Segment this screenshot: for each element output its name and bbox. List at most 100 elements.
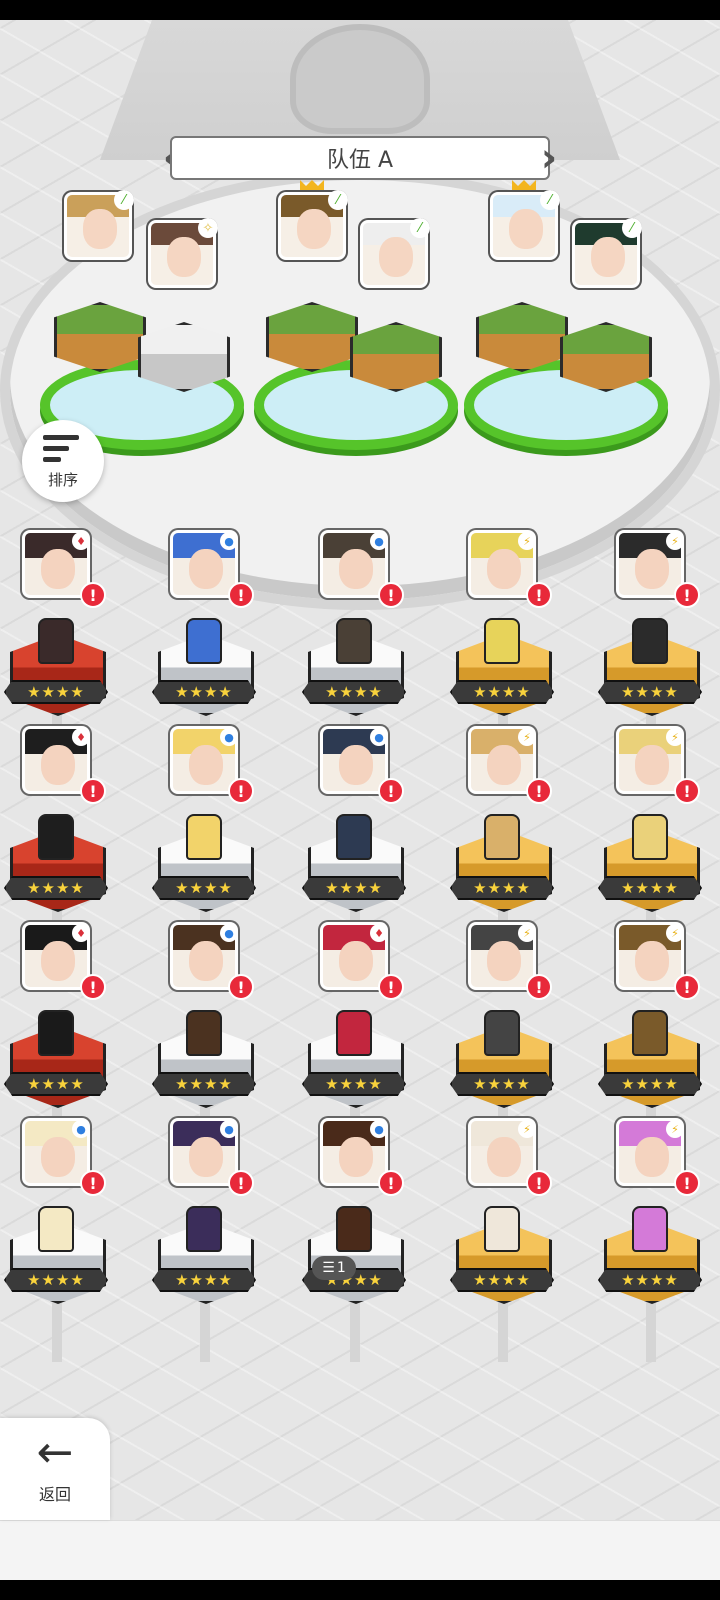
water-element-icon: ● <box>370 1120 388 1138</box>
alert-icon: ! <box>378 778 404 804</box>
lightning-element-icon: ⚡ <box>666 924 684 942</box>
alert-icon: ! <box>526 582 552 608</box>
alert-icon: ! <box>674 582 700 608</box>
hero-card[interactable]: ★★★★ ⚡! <box>598 918 718 1166</box>
alert-icon: ! <box>378 1170 404 1196</box>
filter-count: 1 <box>336 1260 346 1276</box>
alert-icon: ! <box>80 974 106 1000</box>
sort-label: 排序 <box>47 470 78 489</box>
star-rating: ★★★★ <box>4 680 108 704</box>
hero-card[interactable]: ★★★★ ●! <box>152 918 272 1166</box>
leaf-element-icon: ⁄ <box>622 218 642 238</box>
sort-button[interactable]: 排序 <box>22 420 104 502</box>
hero-card[interactable]: ★★★★ ♦! <box>302 918 422 1166</box>
hero-sprite <box>186 1206 222 1252</box>
hero-sprite <box>186 618 222 664</box>
star-rating: ★★★★ <box>152 680 256 704</box>
pedestal-pole <box>646 1302 656 1362</box>
hero-sprite <box>484 1206 520 1252</box>
status-bar <box>0 0 720 20</box>
alert-icon: ! <box>228 1170 254 1196</box>
hero-card[interactable]: ★★★★ ●! <box>4 1114 124 1362</box>
alert-icon: ! <box>526 1170 552 1196</box>
back-button[interactable]: ← 返回 <box>0 1418 110 1520</box>
star-rating: ★★★★ <box>4 1072 108 1096</box>
hero-card[interactable]: ★★★★ ♦! <box>4 918 124 1166</box>
alert-icon: ! <box>674 974 700 1000</box>
hero-card[interactable]: ★★★★ ⚡! <box>598 1114 718 1362</box>
hero-sprite <box>336 618 372 664</box>
lightning-element-icon: ⚡ <box>666 1120 684 1138</box>
lightning-element-icon: ⚡ <box>518 728 536 746</box>
alert-icon: ! <box>80 1170 106 1196</box>
hero-card[interactable]: ★★★★ ⚡! <box>598 526 718 774</box>
star-rating: ★★★★ <box>598 1072 702 1096</box>
pedestal-pole <box>350 1302 360 1362</box>
hero-card[interactable]: ★★★★ ●! <box>152 722 272 970</box>
star-rating: ★★★★ <box>152 1072 256 1096</box>
hero-sprite <box>632 1010 668 1056</box>
next-team-arrow-icon[interactable]: › <box>536 135 562 181</box>
leader-crown-icon <box>512 180 536 190</box>
arena-emblem <box>290 24 430 134</box>
hero-sprite <box>632 1206 668 1252</box>
hero-sprite <box>38 814 74 860</box>
hero-card[interactable]: ★★★★ ♦! <box>4 722 124 970</box>
leaf-element-icon: ⁄ <box>114 190 134 210</box>
list-icon: ☰ <box>322 1260 335 1276</box>
hero-sprite <box>38 1010 74 1056</box>
hero-card[interactable]: ★★★★ ⚡! <box>450 1114 570 1362</box>
hero-card[interactable]: ★★★★ ⚡! <box>450 918 570 1166</box>
hero-card[interactable]: ★★★★ ⚡! <box>450 526 570 774</box>
water-element-icon: ● <box>370 728 388 746</box>
leaf-element-icon: ⁄ <box>410 218 430 238</box>
hero-sprite <box>484 618 520 664</box>
alert-icon: ! <box>674 1170 700 1196</box>
lightning-element-icon: ⚡ <box>666 532 684 550</box>
hero-card[interactable]: ★★★★ ●! <box>302 526 422 774</box>
star-rating: ★★★★ <box>598 1268 702 1292</box>
bottom-nav-strip <box>0 1520 720 1581</box>
team-formation-screen: ‹ 队伍 A › ⁄✧⁄⁄⁄⁄ 排序 ★★★★♦!★★★★●!★★★★●!★★★… <box>0 0 720 1600</box>
hero-card[interactable]: ★★★★ ♦! <box>4 526 124 774</box>
star-rating: ★★★★ <box>450 876 554 900</box>
hero-card[interactable]: ★★★★ ⚡! <box>450 722 570 970</box>
alert-icon: ! <box>80 582 106 608</box>
hero-card[interactable]: ★★★★ ●! <box>152 526 272 774</box>
hero-sprite <box>484 814 520 860</box>
system-nav-bar <box>0 1580 720 1600</box>
fire-element-icon: ♦ <box>72 728 90 746</box>
star-rating: ★★★★ <box>4 1268 108 1292</box>
fire-element-icon: ♦ <box>72 532 90 550</box>
hero-card[interactable]: ★★★★ ●! <box>302 722 422 970</box>
lightning-element-icon: ⚡ <box>518 532 536 550</box>
water-element-icon: ● <box>220 1120 238 1138</box>
back-label: 返回 <box>38 1485 71 1504</box>
hero-sprite <box>38 618 74 664</box>
star-rating: ★★★★ <box>450 1268 554 1292</box>
hero-sprite <box>38 1206 74 1252</box>
alert-icon: ! <box>526 778 552 804</box>
pedestal-pole <box>498 1302 508 1362</box>
light-element-icon: ✧ <box>198 218 218 238</box>
hero-card[interactable]: ★★★★ ⚡! <box>598 722 718 970</box>
alert-icon: ! <box>228 582 254 608</box>
water-element-icon: ● <box>370 532 388 550</box>
team-title: 队伍 A <box>170 136 550 180</box>
star-rating: ★★★★ <box>302 680 406 704</box>
water-element-icon: ● <box>72 1120 90 1138</box>
filter-chip[interactable]: ☰ 1 <box>312 1256 356 1280</box>
star-rating: ★★★★ <box>4 876 108 900</box>
alert-icon: ! <box>378 974 404 1000</box>
hero-card[interactable]: ★★★★ ●! <box>152 1114 272 1362</box>
star-rating: ★★★★ <box>598 876 702 900</box>
hero-sprite <box>336 1206 372 1252</box>
hero-sprite <box>484 1010 520 1056</box>
water-element-icon: ● <box>220 532 238 550</box>
star-rating: ★★★★ <box>302 1072 406 1096</box>
alert-icon: ! <box>228 974 254 1000</box>
hero-sprite <box>632 814 668 860</box>
hero-sprite <box>186 1010 222 1056</box>
lightning-element-icon: ⚡ <box>518 1120 536 1138</box>
alert-icon: ! <box>80 778 106 804</box>
